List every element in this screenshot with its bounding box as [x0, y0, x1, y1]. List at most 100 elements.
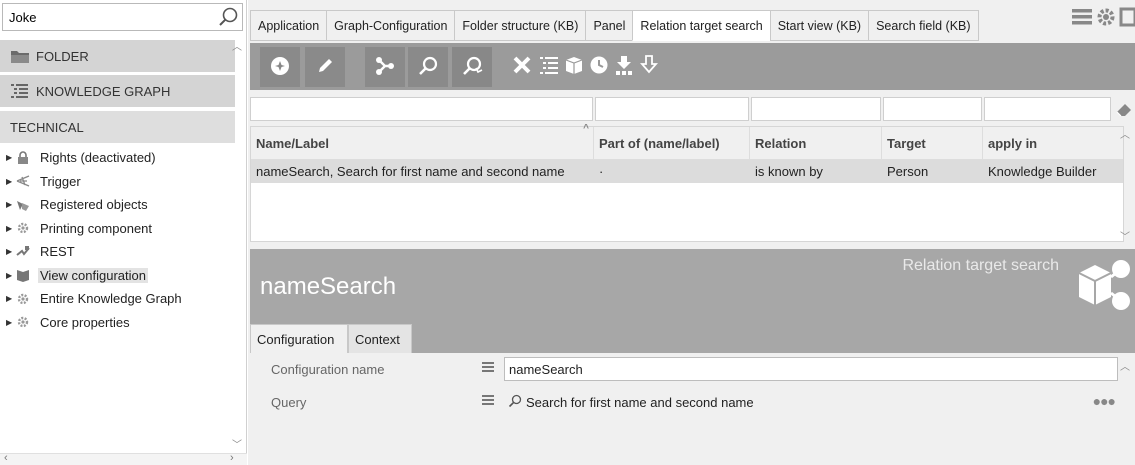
- settings-gear-icon[interactable]: [1095, 6, 1117, 31]
- scroll-up-arrow[interactable]: ︿: [232, 38, 242, 53]
- window-icon[interactable]: [1119, 6, 1135, 31]
- tree-item-rest[interactable]: ▶ REST: [0, 240, 235, 264]
- expand-triangle-icon[interactable]: ▶: [6, 318, 16, 327]
- filter-part-of-input[interactable]: [595, 97, 749, 121]
- table-scroll-down-arrow[interactable]: ﹀: [1120, 228, 1130, 243]
- search-box[interactable]: [2, 3, 243, 31]
- gear-icon: [16, 315, 34, 329]
- advanced-search-button[interactable]: [452, 47, 492, 87]
- tree-item-printing-component[interactable]: ▶ Printing component: [0, 217, 235, 241]
- tab-search-field[interactable]: Search field (KB): [868, 10, 979, 41]
- relation-target-search-icon: [1065, 255, 1135, 320]
- tree-item-label: REST: [40, 244, 75, 260]
- right-panel: Application Graph-Configuration Folder s…: [248, 0, 1135, 465]
- hierarchy-list-icon: [538, 54, 560, 79]
- tree-item-core-properties[interactable]: ▶ Core properties: [0, 311, 235, 335]
- tab-start-view[interactable]: Start view (KB): [769, 10, 869, 41]
- filter-row: [248, 97, 1135, 121]
- tree-item-rights[interactable]: ▶ Rights (deactivated): [0, 146, 235, 170]
- field-menu-icon[interactable]: [481, 360, 495, 377]
- tree-item-entire-knowledge-graph[interactable]: ▶ Entire Knowledge Graph: [0, 287, 235, 311]
- gear-icon: [16, 292, 34, 306]
- expand-triangle-icon[interactable]: ▶: [6, 294, 16, 303]
- hierarchy-list-icon: [10, 83, 30, 99]
- tab-graph-configuration[interactable]: Graph-Configuration: [326, 10, 455, 41]
- filter-apply-in-input[interactable]: [984, 97, 1111, 121]
- category-folder[interactable]: FOLDER: [0, 40, 235, 72]
- folder-view-button[interactable]: [560, 52, 588, 80]
- tree-item-registered-objects[interactable]: ▶ Registered objects: [0, 193, 235, 217]
- cell-part-of: ·: [599, 164, 604, 179]
- lock-icon: [16, 151, 34, 165]
- edit-button[interactable]: [305, 47, 345, 87]
- cube-folder-icon: [563, 54, 585, 79]
- scroll-right-arrow[interactable]: ›: [230, 452, 234, 464]
- technical-tree: ▶ Rights (deactivated) ▶ Trigger ▶ Regis…: [0, 146, 235, 334]
- tree-item-label: Core properties: [40, 314, 130, 330]
- import-icon: [613, 54, 635, 79]
- graph-button[interactable]: [365, 47, 405, 87]
- expand-triangle-icon[interactable]: ▶: [6, 200, 16, 209]
- tab-relation-target-search[interactable]: Relation target search: [632, 10, 770, 41]
- config-name-input[interactable]: nameSearch: [504, 357, 1118, 381]
- column-header-relation[interactable]: Relation: [750, 127, 882, 159]
- menu-icon[interactable]: [1071, 6, 1093, 31]
- query-value-link[interactable]: Search for first name and second name: [526, 395, 754, 410]
- column-header-apply-in[interactable]: apply in: [983, 127, 1123, 159]
- import-button[interactable]: [610, 52, 638, 80]
- cell-apply-in: Knowledge Builder: [988, 164, 1097, 179]
- form-scroll-up-arrow[interactable]: ︿: [1120, 358, 1130, 373]
- expand-triangle-icon[interactable]: ▶: [6, 247, 16, 256]
- tab-panel[interactable]: Panel: [585, 10, 633, 41]
- header-label: Name/Label: [256, 135, 329, 151]
- category-label: KNOWLEDGE GRAPH: [36, 83, 171, 99]
- tree-item-label: Rights (deactivated): [40, 150, 156, 166]
- expand-triangle-icon[interactable]: ▶: [6, 271, 16, 280]
- tab-application[interactable]: Application: [250, 10, 327, 41]
- tree-item-trigger[interactable]: ▶ Trigger: [0, 170, 235, 194]
- history-button[interactable]: [585, 52, 613, 80]
- results-table: Name/Label ^ Part of (name/label) Relati…: [250, 123, 1124, 242]
- scroll-left-arrow[interactable]: ‹: [4, 452, 8, 464]
- category-knowledge-graph[interactable]: KNOWLEDGE GRAPH: [0, 75, 235, 107]
- new-button[interactable]: [260, 47, 300, 87]
- filter-name-input[interactable]: [250, 97, 593, 121]
- tab-configuration[interactable]: Configuration: [250, 324, 348, 353]
- category-technical[interactable]: TECHNICAL: [0, 111, 235, 143]
- horizontal-scrollbar[interactable]: ‹ ›: [0, 452, 247, 465]
- filter-relation-input[interactable]: [751, 97, 881, 121]
- tab-label: Application: [258, 18, 320, 33]
- query-label: Query: [271, 395, 307, 410]
- search-icon[interactable]: [217, 6, 239, 31]
- column-header-target[interactable]: Target: [882, 127, 983, 159]
- scroll-down-arrow[interactable]: ﹀: [232, 436, 242, 451]
- search-input[interactable]: [3, 4, 213, 30]
- tab-label: Relation target search: [640, 18, 763, 33]
- table-header: Name/Label ^ Part of (name/label) Relati…: [251, 123, 1123, 160]
- table-row[interactable]: nameSearch, Search for first name and se…: [251, 160, 1123, 183]
- filter-target-input[interactable]: [883, 97, 982, 121]
- tree-item-view-configuration[interactable]: ▶ View configuration: [0, 264, 235, 288]
- expand-triangle-icon[interactable]: ▶: [6, 224, 16, 233]
- header-label: Part of (name/label): [599, 135, 720, 151]
- expand-triangle-icon[interactable]: ▶: [6, 177, 16, 186]
- tab-label: Context: [355, 331, 400, 347]
- table-scroll-up-arrow[interactable]: ︿: [1120, 126, 1130, 141]
- field-menu-icon[interactable]: [481, 393, 495, 410]
- export-button[interactable]: [635, 52, 663, 80]
- folder-icon: [10, 48, 30, 64]
- column-header-name[interactable]: Name/Label ^: [251, 123, 594, 159]
- delete-button[interactable]: [508, 52, 536, 80]
- expand-triangle-icon[interactable]: ▶: [6, 153, 16, 162]
- column-header-part-of[interactable]: Part of (name/label): [594, 127, 750, 159]
- hierarchy-button[interactable]: [535, 52, 563, 80]
- configuration-form: Configuration name nameSearch Query Sear…: [250, 353, 1135, 465]
- tab-label: Configuration: [257, 331, 335, 347]
- search-button[interactable]: [408, 47, 448, 87]
- tab-context[interactable]: Context: [348, 324, 412, 353]
- query-magnifier-icon: [508, 394, 522, 411]
- eraser-icon[interactable]: [1114, 99, 1134, 122]
- tab-folder-structure[interactable]: Folder structure (KB): [454, 10, 586, 41]
- rest-icon: [16, 245, 34, 259]
- more-options-icon[interactable]: ●●●: [1093, 393, 1116, 409]
